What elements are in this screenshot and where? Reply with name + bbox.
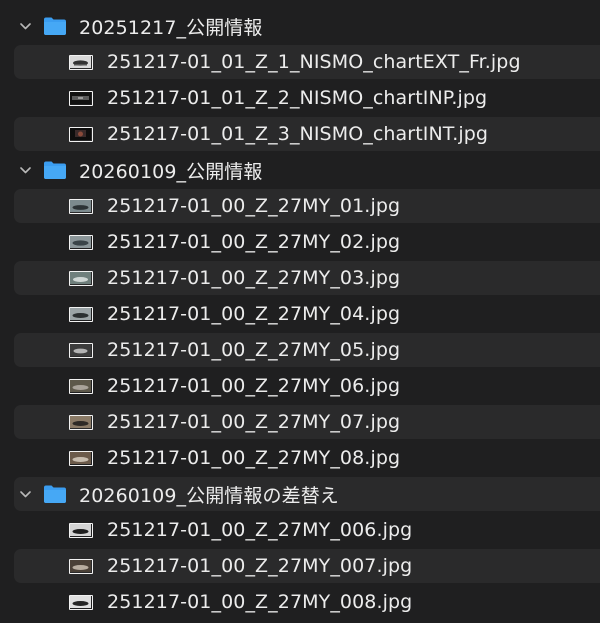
file-row[interactable]: 251217-01_01_Z_2_NISMO_chartINP.jpg (0, 80, 600, 116)
file-name: 251217-01_00_Z_27MY_008.jpg (107, 591, 413, 613)
chevron-down-icon[interactable] (20, 21, 31, 32)
file-name: 251217-01_01_Z_1_NISMO_chartEXT_Fr.jpg (107, 51, 521, 73)
file-list: 20251217_公開情報 251217-01_01_Z_1_NISMO_cha… (0, 8, 600, 620)
file-name: 251217-01_00_Z_27MY_03.jpg (107, 267, 401, 289)
file-name: 251217-01_01_Z_2_NISMO_chartINP.jpg (107, 87, 488, 109)
file-row[interactable]: 251217-01_01_Z_1_NISMO_chartEXT_Fr.jpg (0, 44, 600, 80)
image-thumbnail-icon (69, 234, 93, 250)
chevron-down-icon[interactable] (20, 489, 31, 500)
image-thumbnail-icon (69, 414, 93, 430)
file-row[interactable]: 251217-01_00_Z_27MY_02.jpg (0, 224, 600, 260)
image-thumbnail-icon (69, 270, 93, 286)
image-thumbnail-icon (69, 54, 93, 70)
file-name: 251217-01_00_Z_27MY_04.jpg (107, 303, 401, 325)
folder-row[interactable]: 20260109_公開情報 (0, 152, 600, 188)
file-name: 251217-01_01_Z_3_NISMO_chartINT.jpg (107, 123, 489, 145)
file-row[interactable]: 251217-01_00_Z_27MY_007.jpg (0, 548, 600, 584)
folder-icon (43, 484, 67, 504)
file-row[interactable]: 251217-01_00_Z_27MY_008.jpg (0, 584, 600, 620)
image-thumbnail-icon (69, 198, 93, 214)
chevron-down-icon[interactable] (20, 165, 31, 176)
file-name: 251217-01_00_Z_27MY_05.jpg (107, 339, 401, 361)
file-name: 251217-01_00_Z_27MY_08.jpg (107, 447, 401, 469)
file-row[interactable]: 251217-01_00_Z_27MY_04.jpg (0, 296, 600, 332)
file-name: 251217-01_00_Z_27MY_06.jpg (107, 375, 401, 397)
image-thumbnail-icon (69, 342, 93, 358)
folder-icon (43, 160, 67, 180)
file-row[interactable]: 251217-01_01_Z_3_NISMO_chartINT.jpg (0, 116, 600, 152)
file-row[interactable]: 251217-01_00_Z_27MY_06.jpg (0, 368, 600, 404)
folder-name: 20260109_公開情報 (79, 160, 263, 183)
image-thumbnail-icon (69, 450, 93, 466)
folder-icon (43, 16, 67, 36)
image-thumbnail-icon (69, 90, 93, 106)
image-thumbnail-icon (69, 126, 93, 142)
image-thumbnail-icon (69, 594, 93, 610)
folder-name: 20260109_公開情報の差替え (79, 484, 339, 507)
folder-row[interactable]: 20260109_公開情報の差替え (0, 476, 600, 512)
file-row[interactable]: 251217-01_00_Z_27MY_07.jpg (0, 404, 600, 440)
file-name: 251217-01_00_Z_27MY_02.jpg (107, 231, 401, 253)
file-name: 251217-01_00_Z_27MY_07.jpg (107, 411, 401, 433)
file-name: 251217-01_00_Z_27MY_01.jpg (107, 195, 401, 217)
file-row[interactable]: 251217-01_00_Z_27MY_03.jpg (0, 260, 600, 296)
image-thumbnail-icon (69, 558, 93, 574)
file-row[interactable]: 251217-01_00_Z_27MY_01.jpg (0, 188, 600, 224)
folder-row[interactable]: 20251217_公開情報 (0, 8, 600, 44)
file-name: 251217-01_00_Z_27MY_007.jpg (107, 555, 413, 577)
image-thumbnail-icon (69, 378, 93, 394)
file-name: 251217-01_00_Z_27MY_006.jpg (107, 519, 413, 541)
image-thumbnail-icon (69, 522, 93, 538)
file-row[interactable]: 251217-01_00_Z_27MY_08.jpg (0, 440, 600, 476)
file-row[interactable]: 251217-01_00_Z_27MY_05.jpg (0, 332, 600, 368)
file-row[interactable]: 251217-01_00_Z_27MY_006.jpg (0, 512, 600, 548)
image-thumbnail-icon (69, 306, 93, 322)
folder-name: 20251217_公開情報 (79, 16, 263, 39)
